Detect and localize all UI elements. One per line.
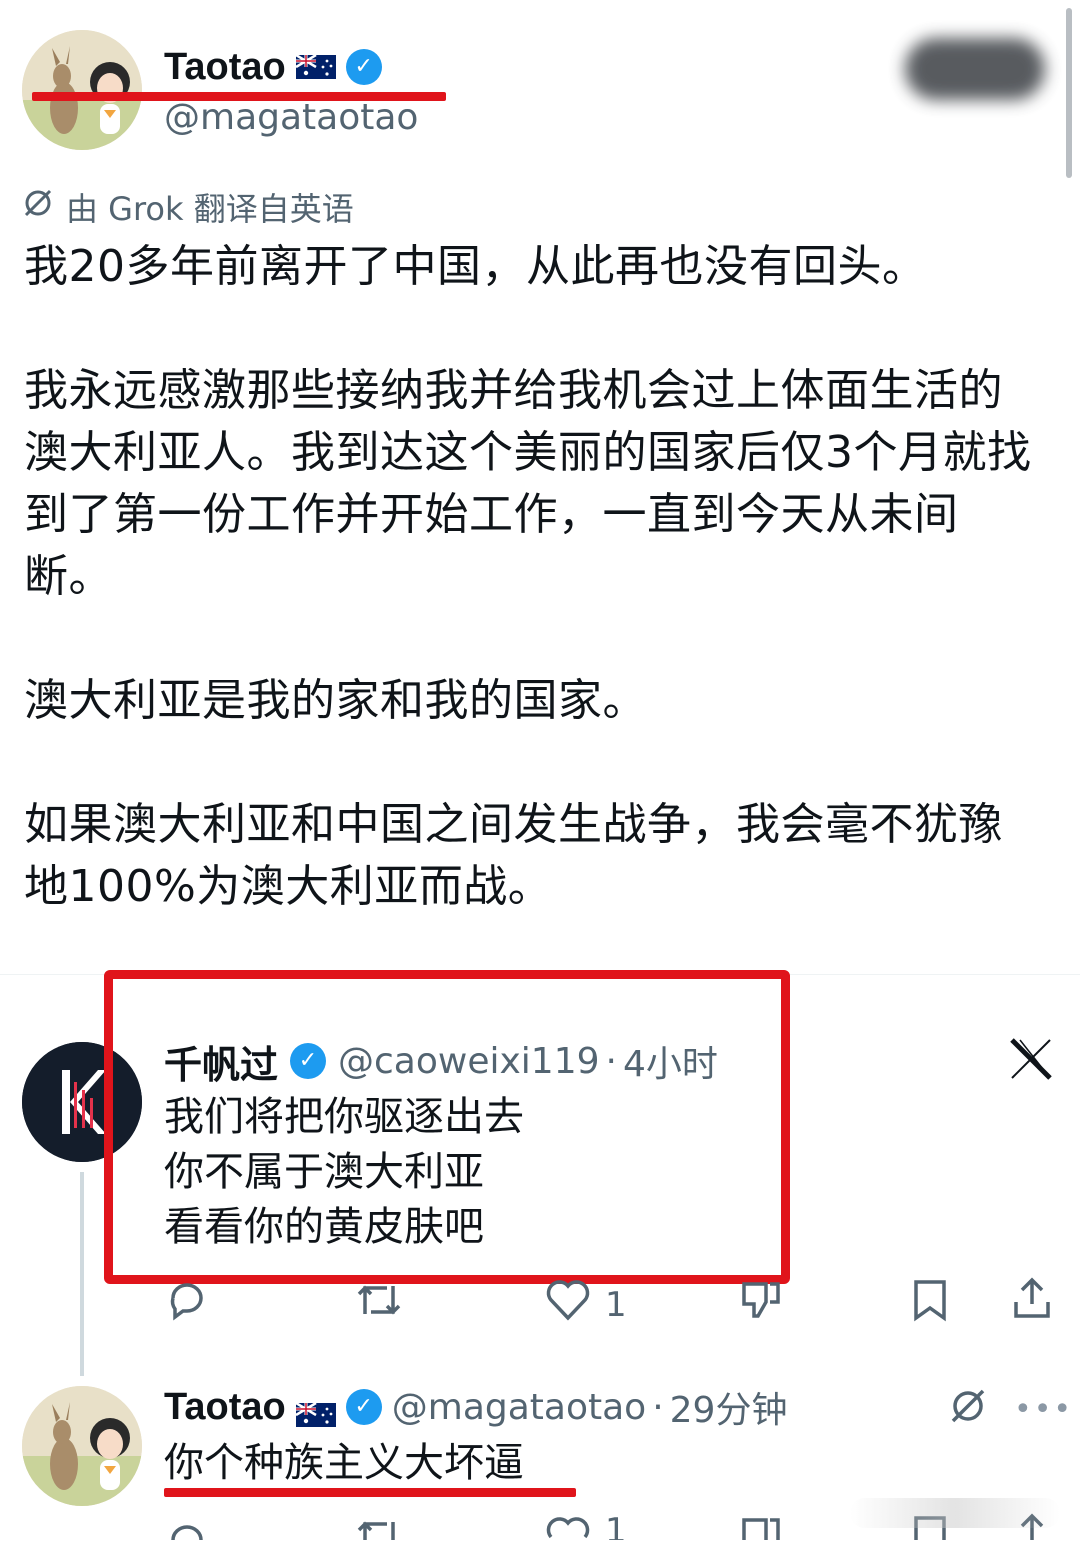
tweet-paragraph: 我永远感激那些接纳我并给我机会过上体面生活的 (24, 365, 1003, 416)
watermark (850, 1498, 1060, 1528)
tweet-text: 我20多年前离开了中国，从此再也没有回头。 我永远感激那些接纳我并给我机会过上体… (24, 236, 1054, 918)
avatar[interactable] (22, 30, 142, 150)
verified-badge-icon: ✓ (345, 49, 382, 85)
separator-dot: · (652, 1386, 664, 1428)
reply-text: 你个种族主义大坏逼 (164, 1440, 524, 1486)
blurred-follow-button[interactable] (905, 38, 1045, 100)
share-icon[interactable] (1010, 1276, 1054, 1324)
verified-badge-icon: ✓ (345, 1389, 382, 1425)
grok-translate-icon[interactable] (948, 1386, 988, 1430)
handle[interactable]: @caoweixi119 (338, 1041, 600, 1082)
translation-label[interactable]: 由 Grok 翻译自英语 (66, 184, 354, 230)
display-name[interactable]: Taotao (164, 1386, 286, 1429)
verified-badge-icon: ✓ (290, 1043, 327, 1079)
reply-icon[interactable] (165, 1278, 209, 1326)
bookmark-icon[interactable] (910, 1278, 950, 1326)
red-underline-annotation (164, 1488, 576, 1497)
tweet-paragraph: 我20多年前离开了中国，从此再也没有回头。 (24, 241, 927, 292)
scrollbar[interactable] (1066, 8, 1072, 178)
reply-icon[interactable] (165, 1512, 209, 1544)
timestamp[interactable]: 4小时 (623, 1035, 718, 1087)
dislike-icon[interactable] (738, 1278, 782, 1326)
tweet-paragraph: 如果澳大利亚和中国之间发生战争，我会毫不犹豫 (24, 799, 1003, 850)
kangaroo-avatar-icon (22, 1386, 142, 1506)
thread-line (80, 1172, 84, 1376)
separator-dot: · (605, 1040, 617, 1082)
reply-text: 我们将把你驱逐出去 你不属于澳大利亚 看看你的黄皮肤吧 (164, 1090, 524, 1255)
tweet-paragraph: 地100%为澳大利亚而战。 (24, 861, 553, 912)
display-name[interactable]: 千帆过 (164, 1034, 278, 1089)
reply-line: 我们将把你驱逐出去 (164, 1094, 524, 1140)
retweet-icon[interactable] (355, 1278, 403, 1326)
tweet-paragraph: 澳大利亚人。我到达这个美丽的国家后仅3个月就找 (24, 427, 1032, 478)
tweet-paragraph: 到了第一份工作并开始工作，一直到今天从未间 (24, 489, 959, 540)
like-icon[interactable] (545, 1278, 591, 1331)
handle[interactable]: @magataotao (164, 96, 418, 140)
more-options-icon[interactable]: ••• (1014, 1392, 1073, 1427)
display-name[interactable]: Taotao (164, 46, 286, 89)
like-count: 1 (605, 1284, 627, 1325)
australia-flag-icon (295, 1395, 336, 1427)
grok-translate-icon (22, 187, 54, 227)
kangaroo-avatar-icon (22, 30, 142, 150)
like-count: 1 (605, 1512, 627, 1540)
like-icon[interactable] (545, 1512, 591, 1540)
timestamp[interactable]: 29分钟 (670, 1381, 788, 1433)
reply-line: 看看你的黄皮肤吧 (164, 1204, 484, 1250)
reply-line: 你不属于澳大利亚 (164, 1149, 484, 1195)
close-icon[interactable] (1008, 1036, 1054, 1086)
avatar[interactable] (22, 1386, 142, 1506)
tweet-paragraph: 断。 (24, 551, 113, 602)
handle[interactable]: @magataotao (392, 1387, 646, 1428)
australia-flag-icon (295, 53, 336, 79)
tweet-paragraph: 澳大利亚是我的家和我的国家。 (24, 675, 647, 726)
